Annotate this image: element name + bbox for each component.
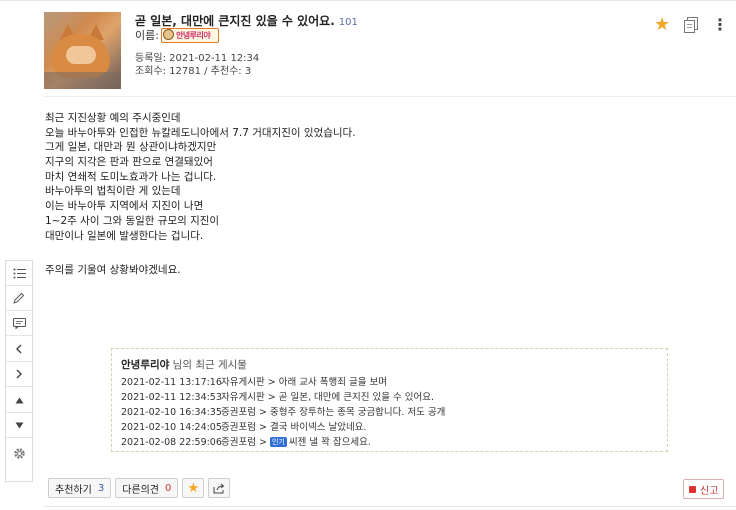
comment-icon[interactable] — [6, 311, 32, 335]
body-closing-line: 주의를 기울여 상황봐야겠네요. — [45, 264, 181, 276]
body-line: 오늘 바누아투와 인접한 뉴칼레도니아에서 7.7 거대지진이 있었습니다. — [45, 126, 356, 139]
post-body: 최근 지진상황 예의 주시중인데 오늘 바누아투와 인접한 뉴칼레도니아에서 7… — [45, 111, 356, 243]
header-divider — [44, 96, 736, 97]
siren-icon — [689, 485, 696, 493]
body-line: 이는 바누아투 지역에서 지진이 나면 — [45, 200, 204, 213]
author-label: 이름: — [135, 29, 159, 42]
chevron-left-icon[interactable] — [6, 337, 32, 361]
recent-post-date: 2021-02-10 14:24:05 — [121, 422, 222, 433]
recent-post-board: 증권포럼 > — [221, 437, 267, 448]
recent-post-title[interactable]: 아래 교사 폭행죄 글을 보며 — [279, 377, 387, 388]
bottom-divider — [44, 506, 736, 507]
nickname-icon[interactable]: 안녕루리야 — [160, 27, 219, 43]
arrow-down-icon[interactable] — [6, 413, 32, 437]
recent-post-row[interactable]: 2021-02-10 16:34:35증권포럼 > 중형주 장투하는 종목 궁금… — [121, 404, 445, 418]
recent-author[interactable]: 안녕루리야 — [121, 359, 169, 371]
recent-post-board: 자유게시판 > — [221, 377, 276, 388]
recommend-button[interactable]: 추천하기 3 — [48, 478, 112, 498]
opinion-button[interactable]: 다른의견 0 — [115, 478, 179, 498]
pencil-icon[interactable] — [6, 286, 32, 310]
recent-post-title[interactable]: 결국 바이넥스 날았네요. — [270, 422, 366, 433]
post-stats: 조회수: 12781 / 추천수: 3 — [135, 66, 252, 77]
recent-post-board: 증권포럼 > — [221, 407, 267, 418]
arrow-up-icon[interactable] — [6, 388, 32, 412]
nickname-face-icon — [162, 28, 174, 40]
recent-post-board: 증권포럼 > — [221, 422, 267, 433]
body-line: 지구의 지각은 판과 판으로 연결돼있어 — [45, 156, 213, 169]
post-action-bar: 추천하기 3 다른의견 0 ★ — [48, 478, 231, 498]
star-icon: ★ — [187, 480, 200, 496]
share-icon — [213, 483, 225, 493]
recent-post-title[interactable]: 중형주 장투하는 종목 궁금합니다. 저도 공개 — [270, 407, 445, 418]
body-line: 그게 일본, 대만과 뭔 상관이냐하겠지만 — [45, 141, 217, 154]
report-button[interactable]: 신고 — [683, 479, 725, 499]
favorite-button[interactable]: ★ — [182, 478, 205, 498]
recent-post-date: 2021-02-11 13:17:16 — [121, 377, 222, 388]
recent-posts-box: 안녕루리야 님의 최근 게시물 2021-02-11 13:17:16자유게시판… — [111, 348, 668, 452]
opinion-label: 다른의견 — [122, 484, 159, 496]
hot-badge: 인기 — [269, 437, 287, 447]
opinion-count: 0 — [165, 482, 172, 494]
chevron-right-icon[interactable] — [6, 362, 32, 386]
recent-posts-header: 안녕루리야 님의 최근 게시물 — [121, 357, 247, 372]
author-row: 이름: 안녕루리야 — [135, 27, 219, 43]
share-button[interactable] — [208, 478, 231, 498]
floating-sidebar — [5, 260, 33, 482]
body-line: 최근 지진상황 예의 주시중인데 — [45, 112, 181, 124]
body-line: 마치 연쇄적 도미노효과가 나는 겁니다. — [45, 170, 217, 183]
copy-icon[interactable] — [684, 17, 698, 33]
body-line: 대만이나 일본에 발생한다는 겁니다. — [45, 229, 204, 242]
recent-post-row[interactable]: 2021-02-11 13:17:16자유게시판 > 아래 교사 폭행죄 글을 … — [121, 374, 387, 388]
recent-post-date: 2021-02-11 12:34:53 — [121, 392, 222, 403]
recent-post-row[interactable]: 2021-02-08 22:59:06증권포럼 > 인기 씨젠 낼 꽉 잡으세요. — [121, 434, 371, 448]
post-title-text: 곧 일본, 대만에 큰지진 있을 수 있어요. — [135, 14, 335, 28]
body-line: 바누아투의 법칙이란 게 있는데 — [45, 185, 181, 198]
list-icon[interactable] — [6, 261, 32, 285]
recommend-label: 추천하기 — [55, 484, 92, 496]
comment-count[interactable]: 101 — [339, 17, 358, 28]
recent-post-board: 자유게시판 > — [221, 392, 276, 403]
gear-icon[interactable] — [6, 441, 32, 465]
nickname-icon-text: 안녕루리야 — [175, 30, 211, 40]
profile-photo[interactable] — [44, 12, 121, 89]
recent-suffix: 님의 최근 게시물 — [172, 359, 247, 371]
body-line: 1~2주 사이 그와 동일한 규모의 지진이 — [45, 214, 220, 227]
recommend-count: 3 — [97, 482, 105, 494]
more-vertical-icon[interactable]: ⋮ — [712, 16, 728, 34]
recent-post-title[interactable]: 곧 일본, 대만에 큰지진 있을 수 있어요. — [279, 392, 434, 403]
recent-post-date: 2021-02-10 16:34:35 — [121, 407, 222, 418]
report-label: 신고 — [700, 485, 719, 497]
recent-post-row[interactable]: 2021-02-10 14:24:05증권포럼 > 결국 바이넥스 날았네요. — [121, 419, 366, 433]
top-divider — [0, 0, 736, 1]
recent-post-date: 2021-02-08 22:59:06 — [121, 437, 222, 448]
star-icon[interactable]: ★ — [654, 16, 670, 34]
recent-post-row[interactable]: 2021-02-11 12:34:53자유게시판 > 곧 일본, 대만에 큰지진… — [121, 389, 434, 403]
recent-post-title[interactable]: 씨젠 낼 꽉 잡으세요. — [289, 437, 371, 448]
